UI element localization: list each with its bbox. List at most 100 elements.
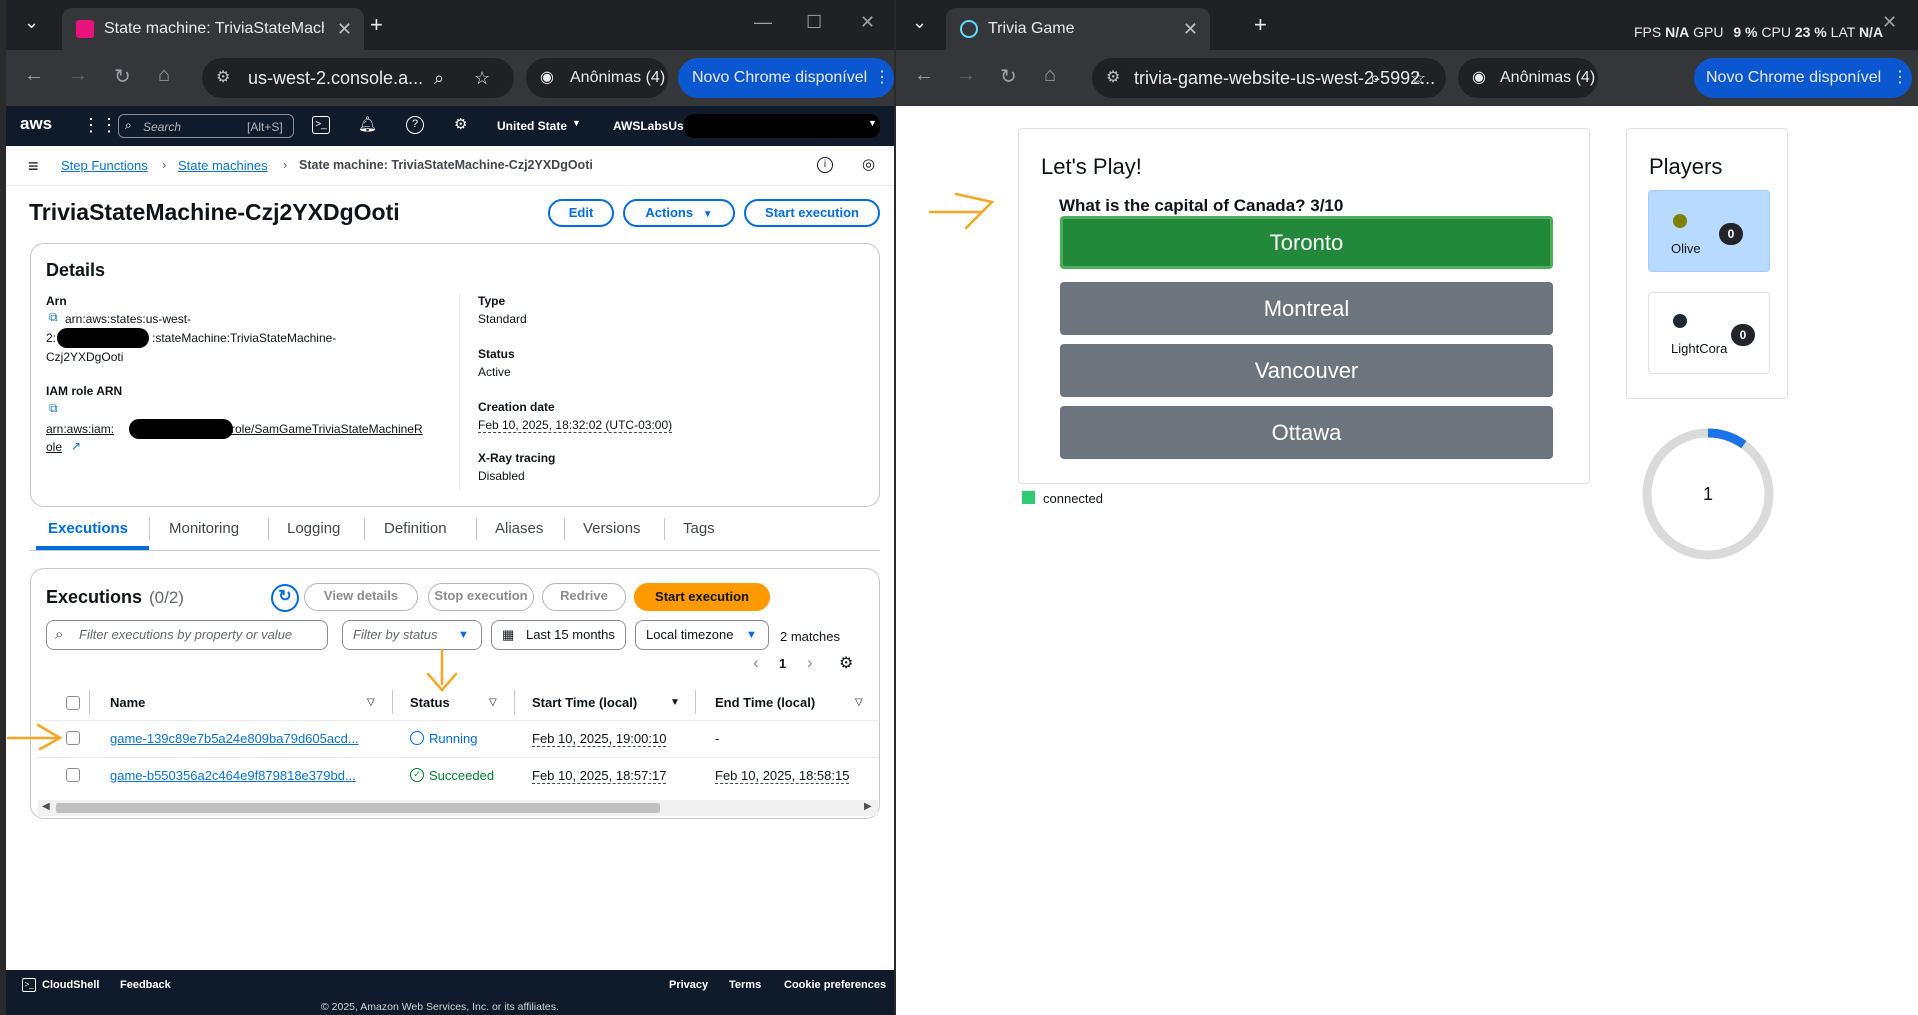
status-filter-select[interactable]: Filter by status ▼ [342,620,482,650]
more-menu-icon[interactable]: ⋮ [1892,58,1908,98]
column-header-end-time[interactable]: End Time (local) [715,695,815,710]
horizontal-scrollbar[interactable]: ◀ ▶ [38,800,878,816]
incognito-button[interactable]: ◉ Anônimas (4) [1458,58,1598,98]
row-checkbox[interactable] [66,768,80,782]
tab-tags[interactable]: Tags [683,520,715,537]
redrive-button[interactable]: Redrive [542,583,626,611]
privacy-link[interactable]: Privacy [669,979,708,991]
aws-search-input[interactable]: ⌕ Search [Alt+S] [118,114,294,138]
cookie-preferences-link[interactable]: Cookie preferences [784,979,886,991]
home-icon[interactable]: ⌂ [1044,64,1056,87]
address-bar[interactable]: ⚙ us-west-2.console.a... ⌕ ☆ [202,58,514,98]
scrollbar-thumb[interactable] [56,803,660,813]
copy-iam-arn-icon[interactable]: ⧉ [49,401,58,416]
aws-logo[interactable]: aws [20,114,52,134]
column-header-start-time[interactable]: Start Time (local) [532,695,637,710]
bookmark-star-icon[interactable]: ☆ [474,58,490,98]
stop-execution-button[interactable]: Stop execution [428,583,534,611]
start-execution-button[interactable]: Start execution [744,199,880,227]
help-icon[interactable]: ? [406,116,424,134]
player-card[interactable]: 0 Olive [1648,190,1770,272]
timezone-select[interactable]: Local timezone ▼ [635,620,769,650]
scroll-right-icon[interactable]: ▶ [864,801,872,812]
column-header-status[interactable]: Status [410,695,450,710]
sort-descending-icon[interactable]: ▼ [670,697,680,708]
back-icon[interactable]: ← [24,64,44,87]
feedback-link[interactable]: Feedback [120,979,171,991]
cloudshell-link[interactable]: CloudShell [42,979,99,991]
services-grid-icon[interactable]: ⋮⋮ [82,115,118,136]
row-checkbox[interactable] [66,731,80,745]
notifications-bell-icon[interactable]: 🔔︎ [358,115,377,133]
sort-icon[interactable]: ▽ [367,697,375,708]
settings-gear-icon[interactable]: ⚙ [454,115,467,133]
zoom-icon[interactable]: ⌕ [1370,58,1380,98]
column-header-name[interactable]: Name [110,695,145,710]
select-all-checkbox[interactable] [66,696,80,710]
bookmark-star-icon[interactable]: ☆ [1410,58,1426,98]
reload-icon[interactable]: ↻ [1000,64,1017,89]
address-bar[interactable]: ⚙ trivia-game-website-us-west-2-5992... … [1092,58,1446,98]
table-preferences-gear-icon[interactable]: ⚙ [839,653,853,673]
page-number[interactable]: 1 [779,656,786,671]
maximize-icon[interactable]: ☐ [806,12,822,33]
tab-logging[interactable]: Logging [287,520,340,537]
execution-filter-input[interactable]: ⌕ Filter executions by property or value [46,620,328,650]
answer-button-ottawa[interactable]: Ottawa [1060,406,1553,459]
execution-name-link[interactable]: game-139c89e7b5a24e809ba79d605acd... [110,731,359,746]
help-panel-icon[interactable]: ◎ [862,155,875,173]
prev-page-icon[interactable]: ‹ [753,653,759,673]
tab-executions[interactable]: Executions [48,520,128,537]
chrome-update-button[interactable]: Novo Chrome disponível ⋮ [678,58,894,98]
tab-versions[interactable]: Versions [583,520,641,537]
cloudshell-icon[interactable]: >_ [312,116,330,134]
site-info-icon[interactable]: ⚙ [216,58,230,98]
tab-search-icon[interactable]: ⌄ [912,12,927,33]
reload-icon[interactable]: ↻ [114,64,131,89]
sort-icon[interactable]: ▽ [489,697,497,708]
view-details-button[interactable]: View details [304,583,418,611]
actions-button[interactable]: Actions ▼ [623,199,735,227]
site-info-icon[interactable]: ⚙ [1106,58,1120,98]
sort-icon[interactable]: ▽ [855,697,863,708]
close-window-icon[interactable]: ✕ [1882,12,1897,33]
answer-button-toronto[interactable]: Toronto [1060,216,1553,269]
chrome-update-button[interactable]: Novo Chrome disponível ⋮ [1694,58,1912,98]
player-card[interactable]: 0 LightCora [1648,292,1770,374]
breadcrumb-step-functions[interactable]: Step Functions [61,158,148,173]
answer-button-vancouver[interactable]: Vancouver [1060,344,1553,397]
refresh-icon[interactable]: ↻ [271,584,299,612]
more-menu-icon[interactable]: ⋮ [874,58,890,98]
new-tab-icon[interactable]: + [370,12,383,38]
execution-name-link[interactable]: game-b550356a2c464e9f879818e379bd... [110,768,356,783]
breadcrumb-state-machines[interactable]: State machines [178,158,268,173]
next-page-icon[interactable]: › [807,653,813,673]
hamburger-menu-icon[interactable]: ≡ [28,156,39,177]
info-icon[interactable]: i [817,157,833,173]
close-tab-icon[interactable]: ✕ [337,8,352,50]
iam-role-link-end[interactable]: ole [46,440,62,454]
back-icon[interactable]: ← [914,64,934,87]
terms-link[interactable]: Terms [729,979,761,991]
tab-monitoring[interactable]: Monitoring [169,520,239,537]
tab-aliases[interactable]: Aliases [495,520,543,537]
scroll-left-icon[interactable]: ◀ [42,801,50,812]
start-execution-primary-button[interactable]: Start execution [634,583,770,611]
forward-icon[interactable]: → [68,64,88,87]
iam-role-link-cont[interactable]: role/SamGameTriviaStateMachineR [231,422,423,436]
edit-button[interactable]: Edit [548,199,614,227]
zoom-icon[interactable]: ⌕ [434,58,444,98]
new-tab-icon[interactable]: + [1254,12,1267,38]
home-icon[interactable]: ⌂ [158,64,170,87]
close-tab-icon[interactable]: ✕ [1183,8,1198,50]
account-menu[interactable]: AWSLabsUse [613,119,690,133]
forward-icon[interactable]: → [956,64,976,87]
tab-search-icon[interactable]: ⌄ [24,12,39,33]
tab-definition[interactable]: Definition [384,520,447,537]
date-range-picker[interactable]: ▦ Last 15 months [491,620,626,650]
browser-tab[interactable]: Trivia Game ✕ [946,8,1210,50]
iam-role-link[interactable]: arn:aws:iam: [46,422,114,436]
copy-arn-icon[interactable]: ⧉ [49,310,58,325]
answer-button-montreal[interactable]: Montreal [1060,282,1553,335]
close-window-icon[interactable]: ✕ [860,12,875,33]
